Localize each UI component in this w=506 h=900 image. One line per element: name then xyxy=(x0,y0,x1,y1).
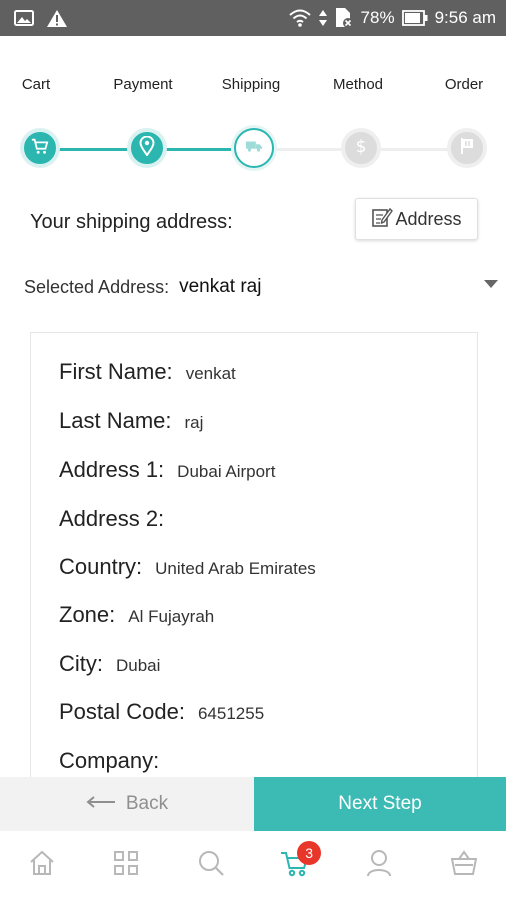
field-label: Postal Code: xyxy=(59,699,185,724)
field-value: venkat xyxy=(185,364,236,383)
field-label: Address 1: xyxy=(59,457,165,482)
dropdown-caret-icon xyxy=(484,280,498,288)
selected-address-value: venkat raj xyxy=(179,276,262,297)
arrow-left-icon xyxy=(86,793,116,815)
basket-icon xyxy=(450,850,478,881)
checkout-action-bar: Back Next Step xyxy=(0,777,506,831)
field-value: raj xyxy=(184,413,204,432)
battery-percent: 78% xyxy=(360,8,395,27)
field-company: Company: xyxy=(59,748,172,774)
bottom-tab-bar: 3 xyxy=(0,831,506,900)
field-first-name: First Name: venkat xyxy=(59,359,236,385)
dollar-icon: $ xyxy=(354,136,368,161)
selected-address-dropdown[interactable]: Selected Address: venkat raj xyxy=(24,272,502,302)
step-method[interactable]: $ xyxy=(341,128,381,168)
flag-icon xyxy=(459,137,475,160)
field-label: Country: xyxy=(59,554,143,579)
checkout-steps-labels: Cart Payment Shipping Method Order xyxy=(0,76,506,100)
grid-icon xyxy=(113,850,139,881)
field-address-2: Address 2: xyxy=(59,506,177,532)
field-value: Dubai Airport xyxy=(177,462,276,481)
field-label: Zone: xyxy=(59,602,116,627)
truck-icon xyxy=(245,139,263,158)
checkout-stepper: $ xyxy=(0,128,506,172)
tab-search[interactable] xyxy=(181,841,241,891)
step-cart[interactable] xyxy=(20,128,60,168)
field-zone: Zone: Al Fujayrah xyxy=(59,602,214,628)
next-step-button[interactable]: Next Step xyxy=(254,777,506,831)
step-payment[interactable] xyxy=(127,128,167,168)
warning-icon xyxy=(46,9,68,28)
shipping-address-header: Your shipping address: Address xyxy=(0,198,506,246)
clock: 9:56 am xyxy=(434,8,496,27)
field-value: 6451255 xyxy=(197,704,265,723)
step-shipping[interactable] xyxy=(234,128,274,168)
svg-text:$: $ xyxy=(356,137,367,156)
field-label: City: xyxy=(59,651,103,676)
tab-cart[interactable]: 3 xyxy=(265,840,325,891)
field-postal-code: Postal Code: 6451255 xyxy=(59,699,264,725)
tab-home[interactable] xyxy=(12,841,72,891)
wifi-icon xyxy=(288,9,312,27)
address-details-card: First Name: venkat Last Name: raj Addres… xyxy=(30,332,478,802)
home-icon xyxy=(28,849,56,882)
tab-account[interactable] xyxy=(349,841,409,891)
location-pin-icon xyxy=(139,135,155,161)
step-order[interactable] xyxy=(447,128,487,168)
next-step-button-label: Next Step xyxy=(338,793,422,814)
field-value: United Arab Emirates xyxy=(155,559,316,578)
field-label: Company: xyxy=(59,748,160,773)
step-label-cart: Cart xyxy=(21,76,51,93)
field-label: Address 2: xyxy=(59,506,165,531)
cart-badge: 3 xyxy=(297,840,322,865)
back-button[interactable]: Back xyxy=(0,777,254,831)
status-bar: 78% 9:56 am xyxy=(0,0,506,36)
field-value: Dubai xyxy=(116,656,161,675)
step-label-shipping: Shipping xyxy=(221,76,281,93)
field-city: City: Dubai xyxy=(59,651,160,677)
step-label-payment: Payment xyxy=(113,76,173,93)
field-label: First Name: xyxy=(59,359,173,384)
image-notification-icon xyxy=(14,10,34,26)
field-label: Last Name: xyxy=(59,408,172,433)
user-icon xyxy=(366,849,392,882)
field-country: Country: United Arab Emirates xyxy=(59,554,316,580)
tab-categories[interactable] xyxy=(96,841,156,891)
search-icon xyxy=(197,849,225,882)
edit-address-button-label: Address xyxy=(395,208,462,229)
edit-note-icon xyxy=(371,206,394,233)
back-button-label: Back xyxy=(125,793,169,814)
battery-icon xyxy=(401,10,428,26)
step-label-method: Method xyxy=(332,76,384,93)
shipping-address-title: Your shipping address: xyxy=(30,211,233,233)
field-value: Al Fujayrah xyxy=(128,607,215,626)
field-last-name: Last Name: raj xyxy=(59,408,203,434)
edit-address-button[interactable]: Address xyxy=(355,198,478,240)
data-arrows-icon xyxy=(318,10,327,26)
no-sim-icon xyxy=(334,7,354,29)
cart-icon xyxy=(31,137,49,160)
field-address-1: Address 1: Dubai Airport xyxy=(59,457,275,483)
step-label-order: Order xyxy=(444,76,484,93)
selected-address-label: Selected Address: xyxy=(24,276,170,297)
tab-orders[interactable] xyxy=(434,841,494,891)
